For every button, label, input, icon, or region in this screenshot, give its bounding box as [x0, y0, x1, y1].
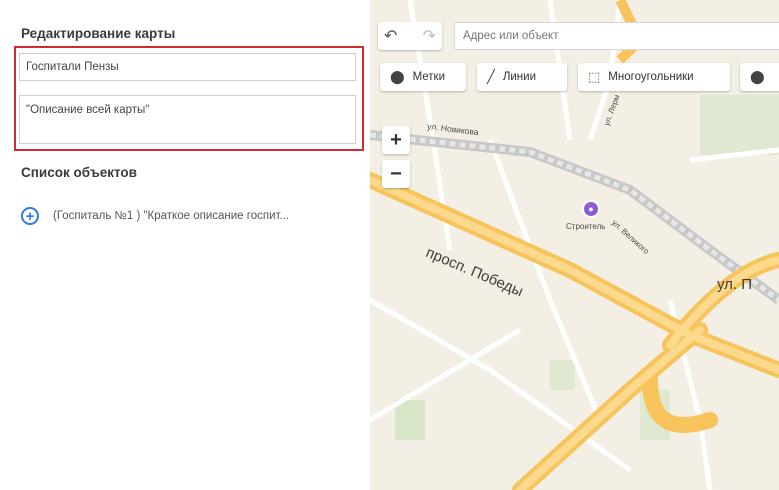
- map-editor-panel: Редактирование карты "Описание всей карт…: [0, 0, 370, 490]
- map-pin-icon: ⬤: [390, 69, 405, 84]
- map-description-input[interactable]: "Описание всей карты": [19, 95, 356, 144]
- marks-tool-button[interactable]: ⬤ Метки: [380, 63, 466, 91]
- search-input[interactable]: [454, 22, 779, 50]
- polygons-tool-button[interactable]: ⬚ Многоугольники: [578, 63, 730, 91]
- polygons-label: Многоугольники: [608, 71, 694, 83]
- marks-label: Метки: [412, 71, 446, 83]
- circle-icon: ⬤: [750, 69, 765, 84]
- objects-list-title: Список объектов: [21, 165, 137, 180]
- map-name-input[interactable]: [19, 53, 356, 81]
- object-label: (Госпиталь №1 ) "Краткое описание госпит…: [53, 210, 290, 222]
- zoom-in-button[interactable]: +: [382, 126, 410, 154]
- circles-tool-button[interactable]: ⬤: [740, 63, 779, 91]
- add-circle-icon[interactable]: +: [21, 207, 39, 225]
- street-label: ул. П: [717, 276, 753, 293]
- panel-title: Редактирование карты: [21, 26, 176, 41]
- undo-icon[interactable]: ↶: [384, 26, 397, 46]
- map-canvas[interactable]: ↶ ↷ ⬤ Метки ╱ Линии ⬚ Многоугольники ⬤ +…: [370, 0, 779, 490]
- line-icon: ╱: [487, 69, 495, 84]
- lines-label: Линии: [502, 71, 536, 83]
- poi-marker-icon[interactable]: ●: [582, 200, 600, 218]
- redo-icon[interactable]: ↷: [423, 26, 436, 46]
- lines-tool-button[interactable]: ╱ Линии: [477, 63, 567, 91]
- undo-redo-group: ↶ ↷: [378, 22, 442, 50]
- list-item[interactable]: + (Госпиталь №1 ) "Краткое описание госп…: [21, 205, 361, 227]
- poi-label: Строитель: [566, 222, 606, 231]
- polygon-icon: ⬚: [588, 69, 601, 84]
- zoom-out-button[interactable]: −: [382, 160, 410, 188]
